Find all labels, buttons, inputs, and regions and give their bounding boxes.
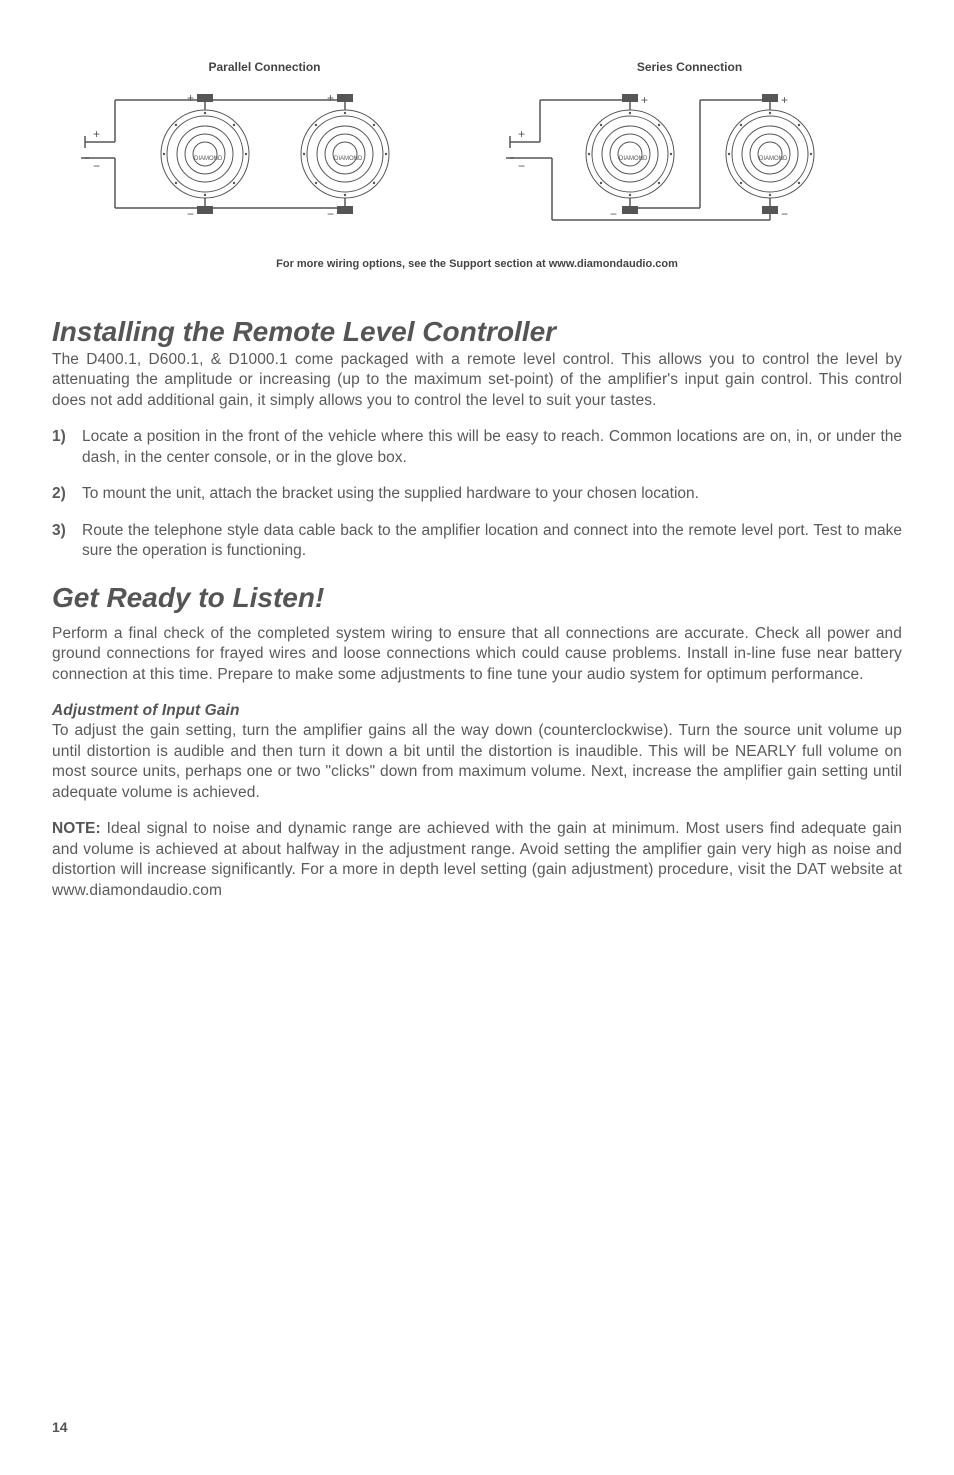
- svg-text:DIAMOND: DIAMOND: [194, 156, 223, 162]
- list-item: 3) Route the telephone style data cable …: [52, 521, 902, 562]
- svg-text:−: −: [327, 207, 334, 221]
- list-item: 2) To mount the unit, attach the bracket…: [52, 484, 902, 504]
- series-wiring-svg: + − + +: [500, 80, 880, 230]
- section-heading-get-ready: Get Ready to Listen!: [52, 582, 902, 614]
- parallel-label: Parallel Connection: [75, 60, 455, 74]
- note-label: NOTE:: [52, 820, 101, 837]
- list-item: 1) Locate a position in the front of the…: [52, 427, 902, 468]
- series-label: Series Connection: [500, 60, 880, 74]
- series-connection-diagram: Series Connection + −: [500, 60, 880, 230]
- gain-adjustment-paragraph: To adjust the gain setting, turn the amp…: [52, 721, 902, 803]
- svg-text:+: +: [641, 93, 648, 107]
- section-heading-installing: Installing the Remote Level Controller: [52, 316, 902, 348]
- adjustment-subheading: Adjustment of Input Gain: [52, 701, 902, 721]
- svg-text:−: −: [93, 159, 100, 173]
- svg-text:+: +: [327, 91, 334, 105]
- svg-text:DIAMOND: DIAMOND: [759, 156, 788, 162]
- svg-text:−: −: [518, 159, 525, 173]
- final-check-paragraph: Perform a final check of the completed s…: [52, 624, 902, 685]
- step-number: 2): [52, 484, 82, 504]
- svg-text:DIAMOND: DIAMOND: [334, 156, 363, 162]
- page-number: 14: [52, 1419, 68, 1435]
- note-text: Ideal signal to noise and dynamic range …: [52, 820, 902, 898]
- step-text: To mount the unit, attach the bracket us…: [82, 484, 902, 504]
- svg-text:+: +: [93, 127, 100, 141]
- step-number: 3): [52, 521, 82, 562]
- svg-text:−: −: [781, 207, 788, 221]
- step-number: 1): [52, 427, 82, 468]
- install-steps-list: 1) Locate a position in the front of the…: [52, 427, 902, 561]
- step-text: Route the telephone style data cable bac…: [82, 521, 902, 562]
- svg-text:−: −: [187, 207, 194, 221]
- svg-text:+: +: [187, 91, 194, 105]
- svg-text:+: +: [518, 127, 525, 141]
- section1-intro-paragraph: The D400.1, D600.1, & D1000.1 come packa…: [52, 350, 902, 411]
- wiring-options-note: For more wiring options, see the Support…: [52, 258, 902, 270]
- parallel-wiring-svg: + − + + − −: [75, 80, 455, 230]
- svg-text:DIAMOND: DIAMOND: [619, 156, 648, 162]
- note-paragraph: NOTE: Ideal signal to noise and dynamic …: [52, 819, 902, 901]
- parallel-connection-diagram: Parallel Connection + −: [75, 60, 455, 230]
- svg-text:−: −: [610, 207, 617, 221]
- step-text: Locate a position in the front of the ve…: [82, 427, 902, 468]
- svg-text:+: +: [781, 93, 788, 107]
- wiring-diagrams-row: Parallel Connection + −: [52, 60, 902, 230]
